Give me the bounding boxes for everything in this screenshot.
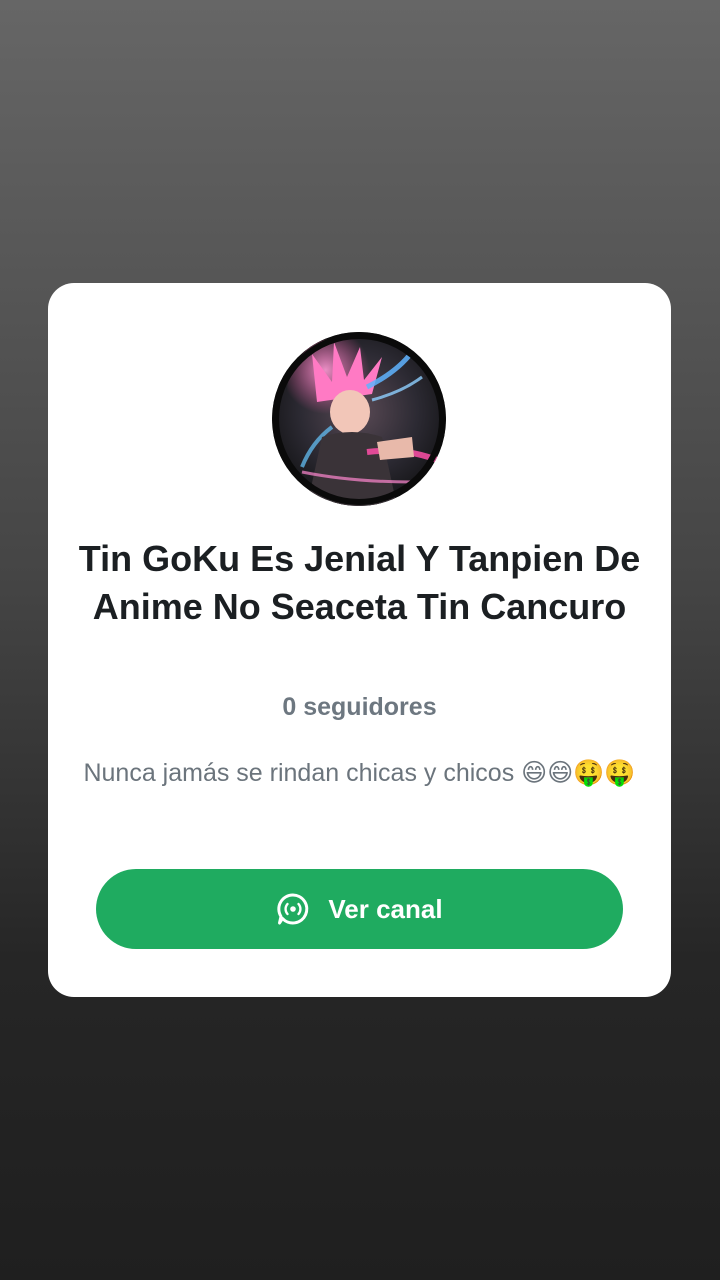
follower-count: 0 seguidores [282,693,437,721]
channel-preview-card: Tin GoKu Es Jenial Y Tanpien De Anime No… [48,283,671,997]
channel-avatar [272,332,446,506]
view-channel-label: Ver canal [328,893,443,924]
channels-icon [276,892,310,926]
channel-name: Tin GoKu Es Jenial Y Tanpien De Anime No… [78,538,641,627]
avatar-image [272,332,446,506]
channel-description: Nunca jamás se rindan chicas y chicos 😄😄… [83,759,636,787]
view-channel-button[interactable]: Ver canal [96,869,623,949]
